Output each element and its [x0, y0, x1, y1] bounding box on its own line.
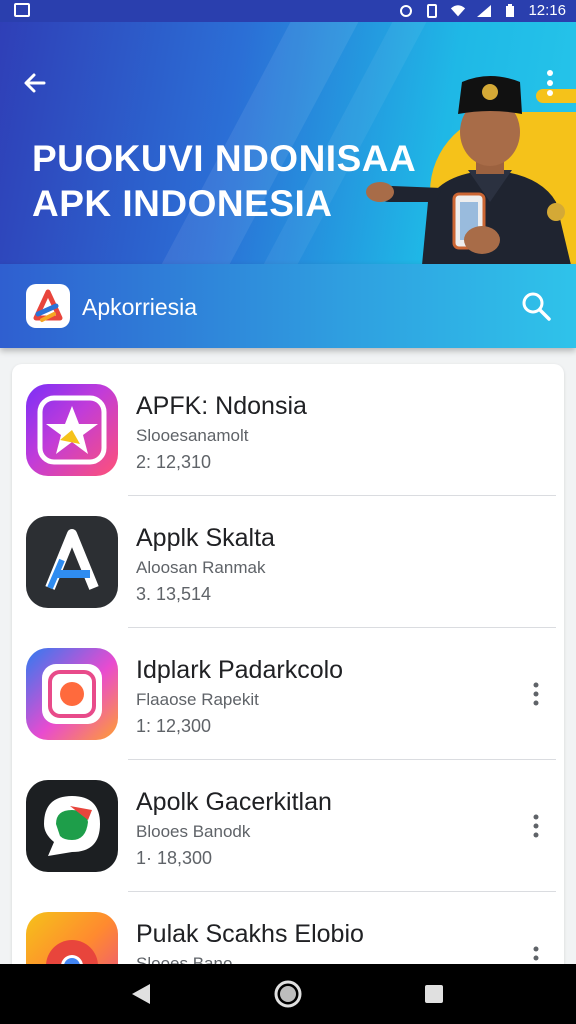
app-name: APFK: Ndonsia — [136, 392, 307, 420]
app-list-item[interactable]: Apolk Gacerkitlan Blooes Banodk 1· 18,30… — [12, 760, 564, 892]
app-name: Applk Skalta — [136, 524, 275, 552]
app-developer: Aloosan Ranmak — [136, 558, 266, 577]
app-name: Apkorriesia — [82, 294, 198, 320]
search-icon — [522, 292, 551, 321]
app-stats: 1· 18,300 — [136, 848, 213, 868]
hero-person-illustration — [366, 76, 571, 264]
back-button[interactable] — [18, 66, 52, 100]
chat-app-icon — [26, 780, 118, 872]
battery-icon — [502, 3, 518, 19]
app-logo-icon — [26, 284, 70, 328]
app-list-item[interactable]: Idplark Padarkcolo Flaaose Rapekit 1: 12… — [12, 628, 564, 760]
nav-home-button[interactable] — [272, 978, 304, 1010]
app-bar: Apkorriesia — [0, 264, 576, 348]
app-list: APFK: Ndonsia Slooesanamolt 2: 12,310 Ap… — [12, 364, 564, 974]
camera-app-icon — [26, 648, 118, 740]
triangle-back-icon — [132, 984, 150, 1004]
search-button[interactable] — [520, 290, 552, 322]
app-list-item[interactable]: Pulak Scakhs Elobio Slooes Bano — [12, 892, 564, 974]
app-menu-button[interactable] — [524, 808, 548, 844]
status-time: 12:16 — [528, 2, 566, 19]
circle-home-icon — [274, 980, 302, 1008]
notification-icon — [14, 3, 30, 17]
arrow-back-icon — [24, 73, 46, 93]
system-nav-bar — [0, 964, 576, 1024]
hero-banner: PUOKUVI NDONISAA APK INDONESIA — [0, 22, 576, 264]
nav-back-button[interactable] — [126, 978, 158, 1010]
a-app-icon — [26, 516, 118, 608]
alarm-icon — [398, 3, 414, 19]
app-list-item[interactable]: APFK: Ndonsia Slooesanamolt 2: 12,310 — [12, 364, 564, 496]
app-menu-button[interactable] — [524, 676, 548, 712]
cell-signal-icon — [476, 3, 492, 19]
app-name: Pulak Scakhs Elobio — [136, 920, 364, 948]
app-name: Idplark Padarkcolo — [136, 656, 344, 684]
wifi-icon — [450, 3, 466, 19]
app-developer: Blooes Banodk — [136, 822, 251, 841]
app-name: Apolk Gacerkitlan — [136, 788, 332, 816]
app-stats: 1: 12,300 — [136, 716, 212, 736]
star-app-icon — [26, 384, 118, 476]
app-list-item[interactable]: Applk Skalta Aloosan Ranmak 3. 13,514 — [12, 496, 564, 628]
app-stats: 2: 12,310 — [136, 452, 212, 472]
more-vert-icon — [533, 682, 539, 706]
app-developer: Slooesanamolt — [136, 426, 249, 445]
square-recents-icon — [425, 985, 443, 1003]
nav-recents-button[interactable] — [418, 978, 450, 1010]
vibrate-icon — [424, 3, 440, 19]
status-bar: 12:16 — [0, 0, 576, 22]
app-developer: Flaaose Rapekit — [136, 690, 259, 709]
app-stats: 3. 13,514 — [136, 584, 212, 604]
more-vert-icon — [533, 814, 539, 838]
